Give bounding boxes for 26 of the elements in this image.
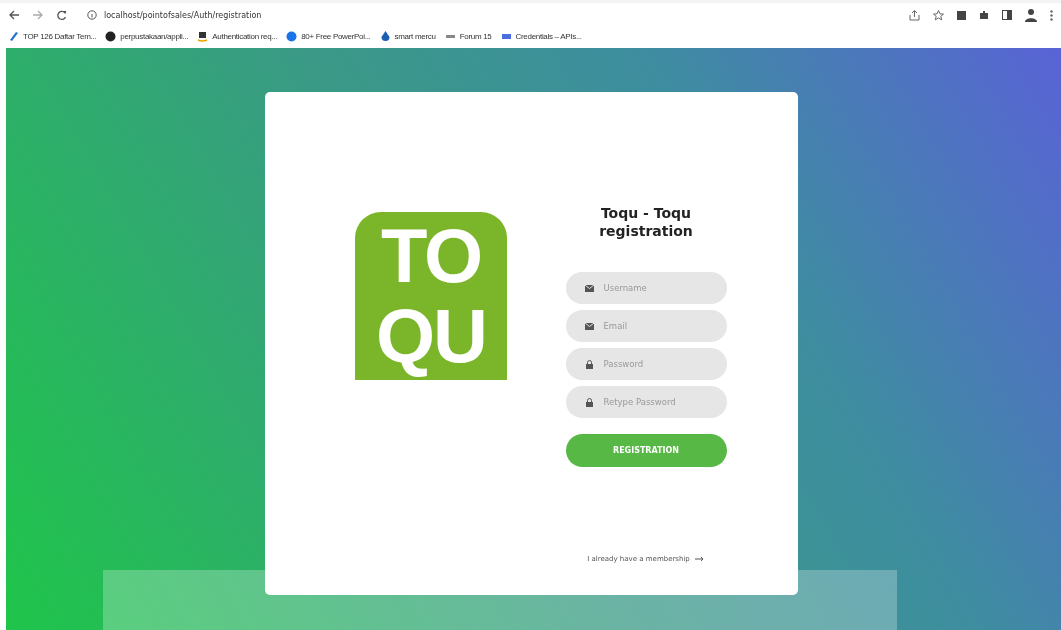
info-icon <box>87 10 97 20</box>
arrow-right-icon <box>694 556 705 562</box>
bookmark[interactable]: Credentials – APIs... <box>500 31 582 42</box>
bookmark[interactable]: 80+ Free PowerPoi... <box>286 31 371 42</box>
bookmark[interactable]: TOP 126 Daftar Tem... <box>8 31 97 42</box>
logo-text: QU <box>376 296 486 376</box>
star-icon[interactable] <box>933 9 944 21</box>
sidebar-icon[interactable] <box>1002 10 1012 20</box>
address-bar[interactable]: localhost/pointofsales/Auth/registration <box>79 5 897 25</box>
share-icon[interactable] <box>909 9 920 21</box>
bookmark[interactable]: Forum 15 <box>444 31 492 42</box>
form-title: Toqu - Toqu registration <box>598 204 694 240</box>
bookmark[interactable]: perpustakaan/appli... <box>105 31 189 42</box>
bookmark[interactable]: smart mercu <box>379 31 436 42</box>
logo-text: TO <box>380 216 482 296</box>
input-field[interactable]: Username <box>565 272 727 304</box>
input-field[interactable]: Password <box>565 348 727 380</box>
puzzle-icon[interactable] <box>979 10 989 20</box>
input-field[interactable]: Email <box>565 310 727 342</box>
profile-icon[interactable] <box>1025 8 1037 22</box>
reload-icon[interactable] <box>56 9 67 21</box>
back-icon[interactable] <box>8 10 20 20</box>
bookmark[interactable]: Authentication req... <box>197 31 278 42</box>
input-field[interactable]: Retype Password <box>565 386 727 418</box>
more-icon[interactable] <box>1050 9 1053 21</box>
url-text: localhost/pointofsales/Auth/registration <box>104 10 262 20</box>
